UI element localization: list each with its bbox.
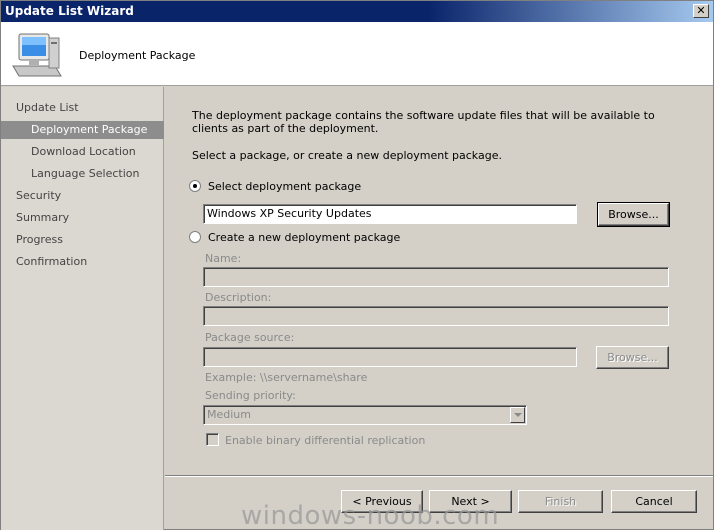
sidebar-item-progress: Progress xyxy=(16,233,63,246)
package-source-label: Package source: xyxy=(205,331,295,344)
name-field[interactable] xyxy=(203,267,669,287)
wizard-header: Deployment Package xyxy=(1,22,713,86)
computer-icon xyxy=(12,33,62,77)
sidebar-item-update-list: Update List xyxy=(16,101,79,114)
wizard-window: Update List Wizard ✕ Deployment Package … xyxy=(0,0,714,530)
select-package-radio[interactable] xyxy=(189,180,201,192)
create-package-label[interactable]: Create a new deployment package xyxy=(208,231,400,244)
sidebar-item-language-selection: Language Selection xyxy=(31,167,140,180)
wizard-sidebar: Update List Deployment Package Download … xyxy=(1,87,164,530)
footer-divider xyxy=(165,475,713,477)
radio-selected-dot xyxy=(193,184,197,188)
browse-package-button[interactable]: Browse... xyxy=(597,202,670,227)
page-title: Deployment Package xyxy=(79,49,196,62)
select-package-label[interactable]: Select deployment package xyxy=(208,180,361,193)
description-field[interactable] xyxy=(203,306,669,326)
sidebar-item-summary: Summary xyxy=(16,211,70,224)
sending-priority-label: Sending priority: xyxy=(205,389,296,402)
close-icon: ✕ xyxy=(696,4,706,17)
chevron-down-icon xyxy=(510,407,525,423)
package-source-field[interactable] xyxy=(203,347,577,367)
sending-priority-value: Medium xyxy=(207,408,251,421)
close-button[interactable]: ✕ xyxy=(693,4,709,18)
sidebar-item-confirmation: Confirmation xyxy=(16,255,88,268)
title-bar: Update List Wizard ✕ xyxy=(1,1,713,22)
binary-replication-checkbox[interactable] xyxy=(206,433,219,446)
browse-source-button[interactable]: Browse... xyxy=(596,346,669,369)
sidebar-item-security: Security xyxy=(16,189,62,202)
intro-text: The deployment package contains the soft… xyxy=(192,109,655,135)
cancel-button[interactable]: Cancel xyxy=(611,490,697,513)
description-label: Description: xyxy=(205,291,272,304)
binary-replication-label: Enable binary differential replication xyxy=(225,434,426,447)
watermark-text: windows-noob.com xyxy=(241,501,500,530)
name-label: Name: xyxy=(205,252,242,265)
selected-package-field[interactable]: Windows XP Security Updates xyxy=(203,204,577,224)
window-title: Update List Wizard xyxy=(5,4,134,18)
sidebar-item-deployment-package: Deployment Package xyxy=(1,121,164,139)
create-package-radio[interactable] xyxy=(189,231,201,243)
instruction-text: Select a package, or create a new deploy… xyxy=(192,149,502,162)
finish-button[interactable]: Finish xyxy=(518,490,603,513)
sidebar-item-download-location: Download Location xyxy=(31,145,136,158)
sending-priority-select[interactable]: Medium xyxy=(203,405,527,425)
example-hint: Example: \\servername\share xyxy=(205,371,368,384)
wizard-content: The deployment package contains the soft… xyxy=(165,87,713,475)
